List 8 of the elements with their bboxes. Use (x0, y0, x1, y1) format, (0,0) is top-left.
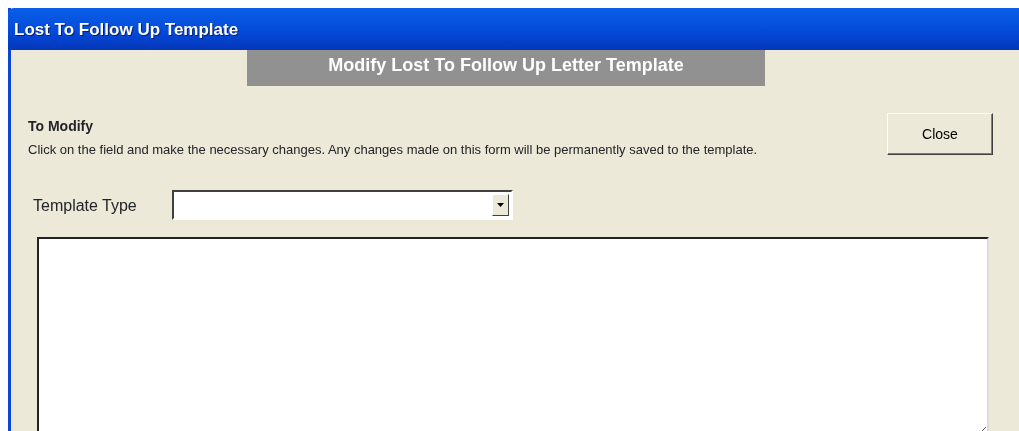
template-type-dropdown[interactable] (172, 190, 513, 220)
field-label: Template Type (33, 196, 137, 216)
form-banner: Modify Lost To Follow Up Letter Template (247, 50, 765, 86)
instructions-text: Click on the field and make the necessary changes. Any changes made on this form will be permanently saved to the template. (28, 141, 759, 158)
window-title: Lost To Follow Up Template (14, 20, 239, 39)
section-heading: To Modify (28, 117, 94, 136)
close-button[interactable]: Close (887, 113, 993, 155)
caret-icon (497, 203, 504, 207)
